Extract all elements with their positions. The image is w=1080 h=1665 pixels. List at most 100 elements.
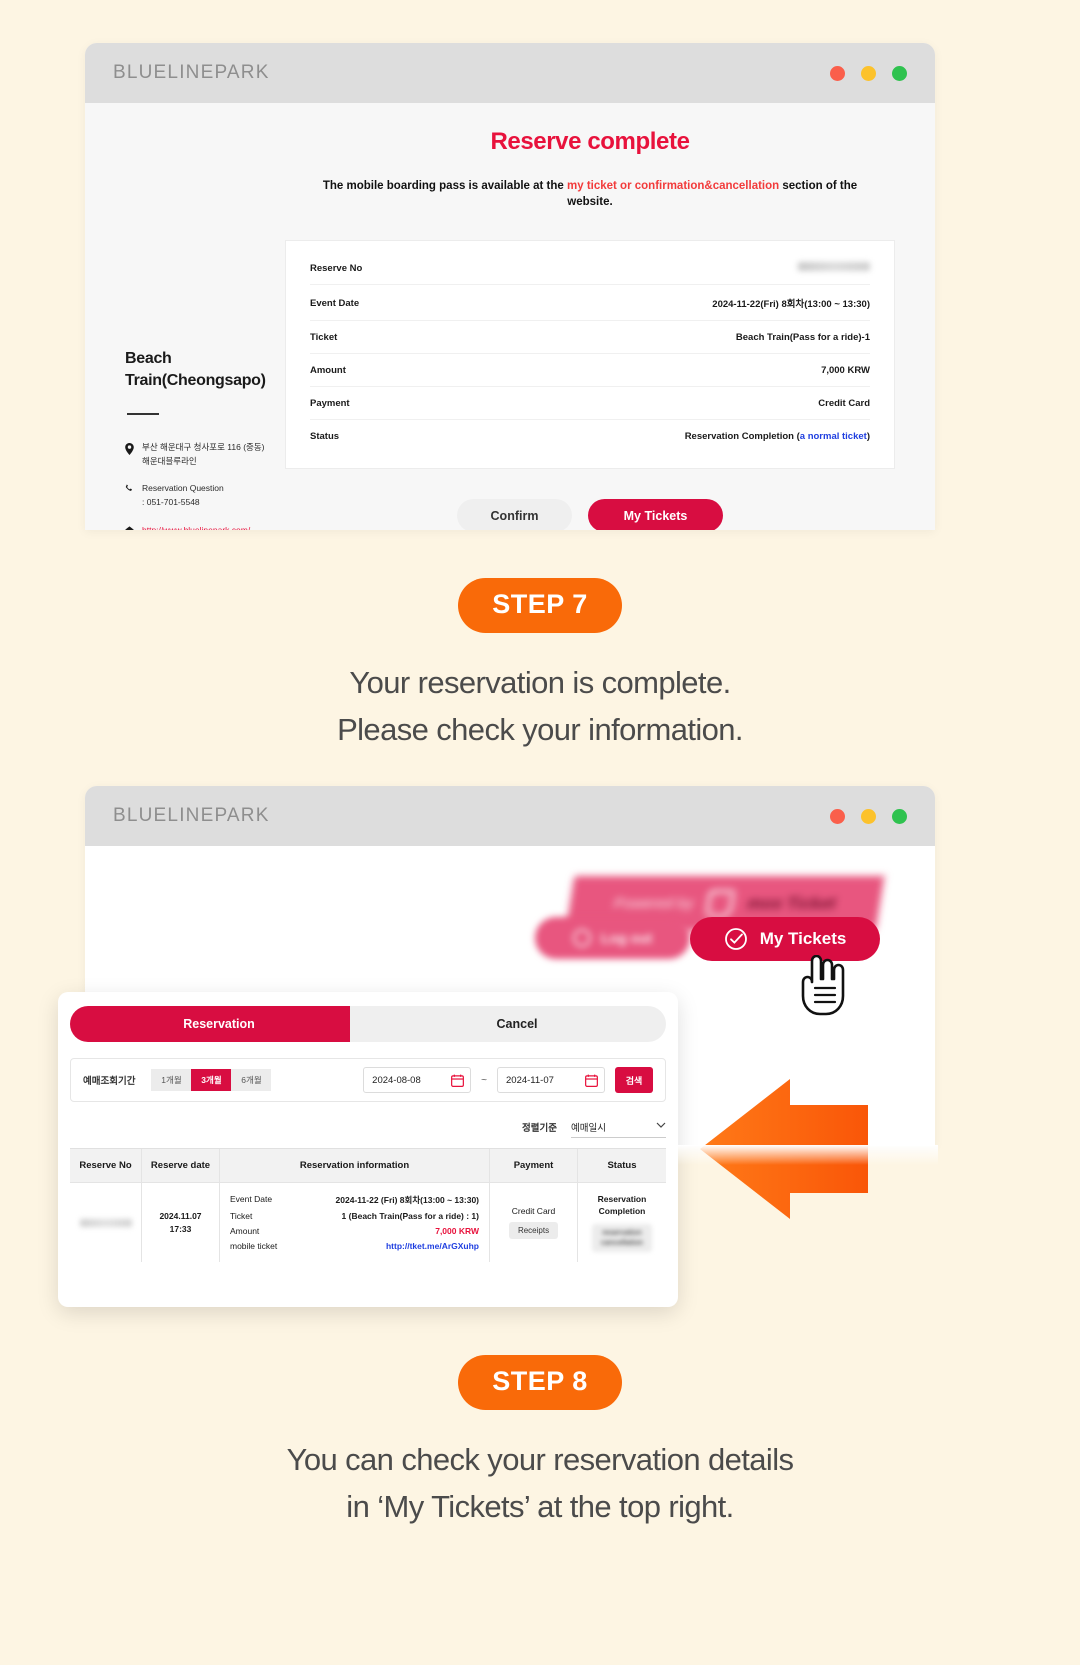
phone-icon bbox=[125, 482, 134, 509]
info-key: Amount bbox=[230, 1226, 260, 1237]
row-label: Amount bbox=[310, 365, 346, 377]
row-value: 7,000 KRW bbox=[821, 365, 870, 377]
minimize-window-dot[interactable] bbox=[861, 65, 876, 81]
search-button[interactable]: 검색 bbox=[615, 1067, 653, 1093]
tab-cancel[interactable]: Cancel bbox=[350, 1006, 666, 1042]
confirm-button[interactable]: Confirm bbox=[457, 499, 572, 530]
logout-icon bbox=[572, 929, 591, 947]
sort-selected-value: 예매일시 bbox=[571, 1122, 606, 1134]
site-brand: BLUELINEPARK bbox=[113, 62, 270, 83]
row-label: Ticket bbox=[310, 332, 338, 344]
subtitle-highlight: my ticket or confirmation&cancellation bbox=[567, 180, 780, 192]
logout-label: Log out bbox=[600, 930, 653, 946]
website-row[interactable]: http://www.bluelinepark.com/ bbox=[125, 524, 285, 530]
status-line-2: Completion bbox=[598, 1206, 646, 1217]
powered-by-brand: mos Ticket bbox=[745, 893, 838, 913]
column-header-status: Status bbox=[607, 1160, 637, 1171]
reservation-detail-table: Reserve No Event Date 2024-11-22(Fri) 8회… bbox=[285, 240, 895, 470]
orange-arrow-icon bbox=[690, 1075, 870, 1225]
info-value-mobile-ticket-link[interactable]: http://tket.me/ArGXuhp bbox=[386, 1241, 479, 1251]
masked-reserve-no bbox=[798, 262, 870, 272]
filter-label: 예매조회기간 bbox=[83, 1076, 136, 1087]
info-value: 2024-11-22 (Fri) 8회차(13:00 ~ 13:30) bbox=[335, 1195, 479, 1206]
venue-address: 부산 해운대구 청사포로 116 (중동) 해운대블루라인 bbox=[125, 441, 285, 468]
subtitle-before: The mobile boarding pass is available at… bbox=[322, 180, 567, 192]
sort-select[interactable]: 예매일시 bbox=[571, 1116, 666, 1138]
my-tickets-button[interactable]: My Tickets bbox=[588, 499, 723, 530]
step-8-description: You can check your reservation details i… bbox=[0, 1436, 1080, 1530]
period-1-month[interactable]: 1개월 bbox=[151, 1069, 192, 1091]
phone-number: : 051-701-5548 bbox=[142, 496, 200, 507]
masked-reserve-no bbox=[79, 1218, 132, 1227]
date-to-input[interactable]: 2024-11-07 bbox=[497, 1067, 605, 1093]
period-3-month[interactable]: 3개월 bbox=[191, 1069, 232, 1091]
sort-label: 정렬기준 bbox=[522, 1123, 557, 1134]
chevron-down-icon bbox=[656, 1121, 666, 1132]
column-header-reserve-no: Reserve No bbox=[70, 1149, 142, 1182]
status-text: Reservation Completion ( bbox=[684, 431, 800, 443]
reservation-phone: Reservation Question : 051-701-5548 bbox=[125, 482, 285, 509]
info-key: mobile ticket bbox=[230, 1241, 278, 1252]
close-window-dot[interactable] bbox=[830, 65, 845, 81]
date-filter-bar: 예매조회기간 1개월 3개월 6개월 2024-08-08 ~ 2024-11-… bbox=[70, 1058, 666, 1102]
info-key: Event Date bbox=[230, 1194, 273, 1205]
table-row: 2024.11.07 17:33 Event Date 2024-11-22 (… bbox=[70, 1182, 666, 1263]
address-line-1: 부산 해운대구 청사포로 116 (중동) bbox=[142, 442, 265, 453]
location-pin-icon bbox=[125, 441, 134, 468]
cell-status: Reservation Completion reservation cance… bbox=[578, 1183, 666, 1262]
reservation-table: Reserve No Reserve date Reservation info… bbox=[70, 1148, 666, 1263]
cell-reserve-date: 2024.11.07 17:33 bbox=[142, 1183, 220, 1263]
row-value-status: Reservation Completion (a normal ticket) bbox=[685, 431, 870, 442]
status-link[interactable]: a normal ticket bbox=[800, 431, 867, 442]
step-7-line-2: Please check your information. bbox=[337, 712, 743, 748]
calendar-icon[interactable] bbox=[585, 1074, 598, 1087]
reservation-cancellation-button[interactable]: reservation cancellation bbox=[591, 1223, 653, 1253]
venue-name: Beach Train(Cheongsapo) bbox=[125, 348, 285, 391]
step-7-description: Your reservation is complete. Please che… bbox=[0, 659, 1080, 753]
payment-method: Credit Card bbox=[511, 1206, 556, 1217]
reserve-complete-main: Reserve complete The mobile boarding pas… bbox=[285, 103, 935, 530]
reserve-date-line-2: 17:33 bbox=[169, 1223, 192, 1234]
table-row: Ticket Beach Train(Pass for a ride)-1 bbox=[310, 321, 870, 355]
step-8-line-1: You can check your reservation details bbox=[286, 1442, 794, 1477]
window-controls bbox=[830, 65, 907, 81]
my-tickets-panel: Reservation Cancel 예매조회기간 1개월 3개월 6개월 20… bbox=[58, 992, 678, 1307]
address-line-2: 해운대블루라인 bbox=[142, 455, 197, 466]
minimize-window-dot[interactable] bbox=[861, 808, 876, 824]
table-row: Reserve No bbox=[310, 251, 870, 286]
tab-reservation[interactable]: Reservation bbox=[70, 1006, 368, 1042]
table-header-row: Reserve No Reserve date Reservation info… bbox=[70, 1149, 666, 1182]
cancel-chip-line-2: cancellation bbox=[600, 1238, 644, 1248]
reserve-date-line-1: 2024.11.07 bbox=[159, 1210, 202, 1221]
cell-payment: Credit Card Receipts bbox=[490, 1183, 578, 1263]
info-value-amount: 7,000 KRW bbox=[435, 1226, 479, 1237]
column-header-payment: Payment bbox=[490, 1149, 578, 1182]
calendar-icon[interactable] bbox=[451, 1074, 465, 1087]
row-label: Payment bbox=[310, 398, 350, 410]
column-header-reserve-date: Reserve date bbox=[142, 1149, 220, 1182]
powered-by-label: Powered by bbox=[612, 895, 695, 912]
logout-button[interactable]: Log out bbox=[535, 917, 690, 959]
date-from-value: 2024-08-08 bbox=[372, 1074, 421, 1086]
site-url[interactable]: http://www.bluelinepark.com/ bbox=[142, 524, 250, 530]
step-7-badge: STEP 7 bbox=[458, 578, 622, 633]
receipts-button[interactable]: Receipts bbox=[508, 1222, 559, 1240]
column-header-info: Reservation information bbox=[220, 1149, 490, 1182]
info-row-ticket: Ticket 1 (Beach Train(Pass for a ride) :… bbox=[230, 1209, 479, 1224]
close-window-dot[interactable] bbox=[830, 808, 845, 824]
cell-reservation-information: Event Date 2024-11-22 (Fri) 8회차(13:00 ~ … bbox=[220, 1183, 490, 1263]
maximize-window-dot[interactable] bbox=[892, 808, 907, 824]
row-label: Status bbox=[310, 431, 340, 443]
browser-title-bar: BLUELINEPARK bbox=[85, 786, 935, 846]
status-tail: ) bbox=[866, 431, 870, 443]
date-to-value: 2024-11-07 bbox=[506, 1074, 554, 1086]
reserve-complete-window: BLUELINEPARK Beach Train(Cheongsapo) 부산 … bbox=[85, 43, 935, 530]
row-value-masked bbox=[798, 262, 870, 274]
cancel-chip-line-1: reservation bbox=[602, 1227, 642, 1237]
info-key: Ticket bbox=[230, 1211, 253, 1222]
date-from-input[interactable]: 2024-08-08 bbox=[363, 1067, 472, 1093]
period-6-month[interactable]: 6개월 bbox=[231, 1069, 272, 1091]
table-row: Status Reservation Completion (a normal … bbox=[310, 420, 870, 452]
maximize-window-dot[interactable] bbox=[892, 65, 907, 81]
panel-tabs: Reservation Cancel bbox=[58, 992, 678, 1042]
